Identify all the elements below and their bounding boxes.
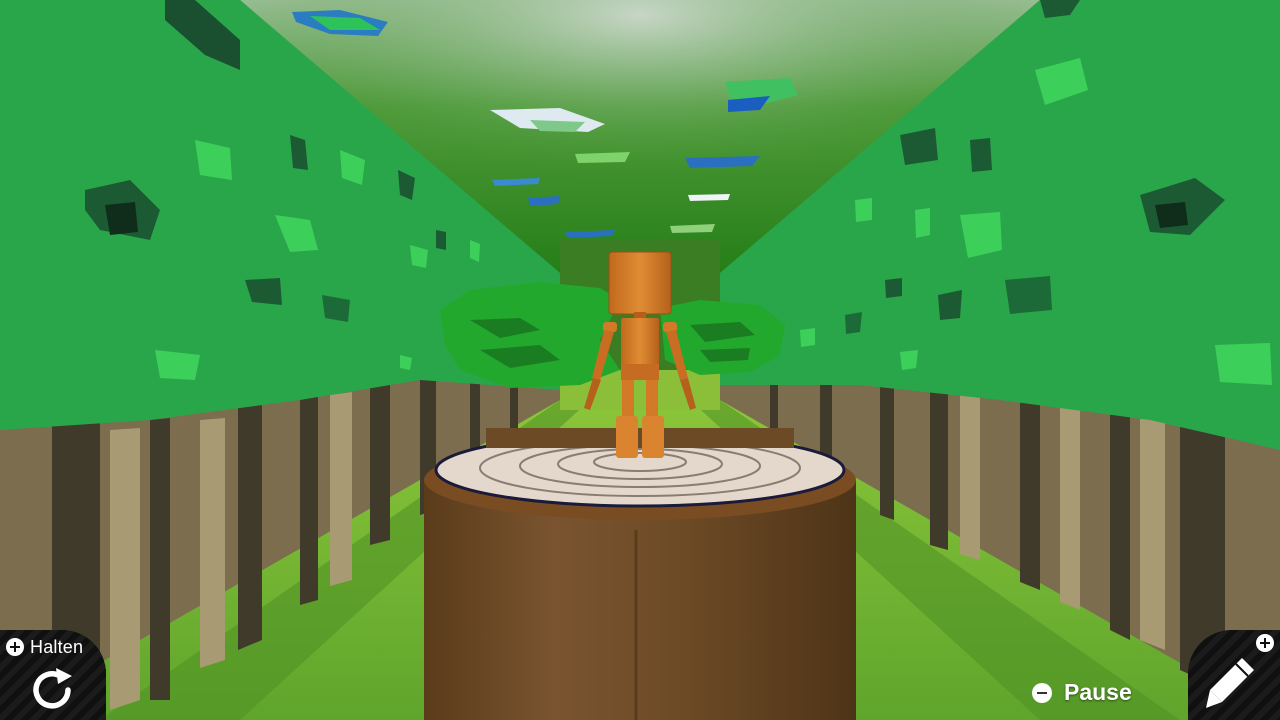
edit-button[interactable] bbox=[1188, 630, 1280, 720]
rotate-icon bbox=[33, 668, 72, 709]
plus-icon bbox=[6, 638, 24, 656]
tree-stump bbox=[424, 428, 856, 720]
hold-button[interactable]: Halten bbox=[0, 630, 106, 720]
pencil-icon bbox=[1206, 658, 1254, 708]
minus-icon[interactable] bbox=[1032, 683, 1052, 703]
game-scene bbox=[0, 0, 1280, 720]
plus-icon bbox=[1256, 634, 1274, 652]
hold-label: Halten bbox=[30, 637, 84, 657]
pause-label[interactable]: Pause bbox=[1064, 679, 1132, 706]
